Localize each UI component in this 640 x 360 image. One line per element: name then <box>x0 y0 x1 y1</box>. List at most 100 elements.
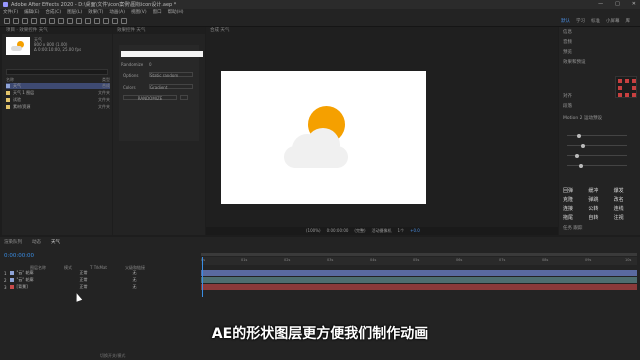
time-navigator[interactable] <box>201 253 637 256</box>
time-ruler[interactable]: 0s 01s 02s 03s 04s 05s 06s 07s 08s 09s 1… <box>201 257 637 265</box>
label-color-icon[interactable] <box>9 285 14 289</box>
cloud-shape[interactable] <box>284 128 348 168</box>
current-time[interactable]: 0:00:00:00 <box>4 253 34 259</box>
layer-name[interactable]: "云" 轮廓 <box>17 277 77 283</box>
composition-canvas[interactable] <box>221 71 426 204</box>
minimize-button[interactable]: — <box>598 1 603 7</box>
menu-window[interactable]: 窗口 <box>153 9 162 17</box>
audio-tab[interactable]: 音频 <box>563 39 572 45</box>
menu-view[interactable]: 视图(V) <box>131 9 147 17</box>
project-search-input[interactable] <box>6 69 108 75</box>
menu-edit[interactable]: 编辑(E) <box>24 9 39 17</box>
fx-button[interactable]: 缓冲 <box>588 187 613 194</box>
randomize-value[interactable]: 0 <box>149 62 152 67</box>
layer-row[interactable]: 1 "云" 轮廓 正常 无 <box>4 270 200 276</box>
type-tool-icon[interactable] <box>85 18 91 24</box>
project-panel-header[interactable]: 项目 · 效果控件 天气 <box>2 27 112 34</box>
color-preview-bar[interactable] <box>121 51 203 57</box>
label-color-icon[interactable] <box>9 278 14 282</box>
timecode-display[interactable]: 0:00:00:00 <box>327 227 349 235</box>
timeline-footer[interactable]: 切换开关/模式 <box>100 353 125 359</box>
rectangle-tool-icon[interactable] <box>67 18 73 24</box>
brush-tool-icon[interactable] <box>94 18 100 24</box>
layer-track-bar[interactable] <box>201 270 637 276</box>
workspace-default[interactable]: 默认 <box>561 18 570 24</box>
project-row[interactable]: 天气 合成 <box>6 83 110 89</box>
link-icon[interactable] <box>180 95 188 100</box>
layer-row[interactable]: 2 "云" 轮廓 正常 无 <box>4 277 200 283</box>
layer-name[interactable]: "云" 轮廓 <box>17 270 77 276</box>
hand-tool-icon[interactable] <box>22 18 28 24</box>
workspace-small-screen[interactable]: 小屏幕 <box>606 18 620 24</box>
info-tab[interactable]: 信息 <box>563 29 572 35</box>
project-row[interactable]: 素材/资源 文件夹 <box>6 104 110 110</box>
selection-tool-icon[interactable] <box>13 18 19 24</box>
workspace-libraries[interactable]: 库 <box>626 18 631 24</box>
views-dropdown[interactable]: 1个 <box>398 227 405 235</box>
workspace-learn[interactable]: 学习 <box>576 18 585 24</box>
fx-button[interactable]: 克隆 <box>563 196 588 203</box>
rotate-tool-icon[interactable] <box>40 18 46 24</box>
fx-button[interactable]: 连线 <box>614 205 639 212</box>
menu-file[interactable]: 文件(F) <box>3 9 18 17</box>
layer-parent[interactable]: 无 <box>133 277 137 283</box>
layer-parent[interactable]: 无 <box>133 284 137 290</box>
pen-tool-icon[interactable] <box>76 18 82 24</box>
playhead[interactable] <box>202 257 203 297</box>
layer-mode[interactable]: 正常 <box>80 270 110 276</box>
zoom-tool-icon[interactable] <box>31 18 37 24</box>
fx-button[interactable]: 注视 <box>614 214 639 221</box>
paragraph-tab[interactable]: 段落 <box>563 103 572 109</box>
project-row[interactable]: 试验 文件夹 <box>6 97 110 103</box>
workspace-standard[interactable]: 标准 <box>591 18 600 24</box>
zoom-dropdown[interactable]: (100%) <box>306 227 321 235</box>
layer-mode[interactable]: 正常 <box>80 284 110 290</box>
layer-parent[interactable]: 无 <box>133 270 137 276</box>
camera-dropdown[interactable]: 活动摄像机 <box>372 227 392 235</box>
menu-help[interactable]: 帮助(H) <box>168 9 184 17</box>
layer-track-bar[interactable] <box>201 277 637 283</box>
menu-animation[interactable]: 动画(A) <box>109 9 125 17</box>
colors-dropdown[interactable]: Gradient <box>149 84 193 90</box>
camera-tool-icon[interactable] <box>49 18 55 24</box>
menu-effect[interactable]: 效果(T) <box>88 9 103 17</box>
align-tab[interactable]: 对齐 <box>563 93 572 99</box>
eraser-tool-icon[interactable] <box>112 18 118 24</box>
label-color-icon[interactable] <box>9 271 14 275</box>
fx-button[interactable]: 改名 <box>614 196 639 203</box>
fx-button[interactable]: 弹跳 <box>588 196 613 203</box>
resolution-dropdown[interactable]: (完整) <box>354 227 365 235</box>
tab-weather[interactable]: 天气 <box>51 239 60 245</box>
tab-dynamic[interactable]: 动态 <box>32 239 41 245</box>
effects-presets-tab[interactable]: 效果和预设 <box>563 59 586 65</box>
fx-button[interactable]: 连接 <box>563 205 588 212</box>
menu-composition[interactable]: 合成(C) <box>45 9 61 17</box>
maximize-button[interactable]: □ <box>615 1 620 7</box>
fx-button[interactable]: 回弹 <box>563 187 588 194</box>
effect-controls-header[interactable]: 效果控件 天气 <box>113 27 205 34</box>
fx-button[interactable]: 自转 <box>588 214 613 221</box>
pan-tool-icon[interactable] <box>58 18 64 24</box>
slider-2[interactable] <box>567 143 627 148</box>
layer-row[interactable]: 3 [背景] 正常 无 <box>4 284 200 290</box>
slider-3[interactable] <box>567 153 627 158</box>
fx-button[interactable]: 爆发 <box>614 187 639 194</box>
randomize-button[interactable]: RANDOMIZE <box>123 95 177 101</box>
slider-1[interactable] <box>567 133 627 138</box>
composition-header[interactable]: 合成 天气 <box>206 27 558 34</box>
fx-button[interactable]: 公转 <box>588 205 613 212</box>
project-row[interactable]: 天气 1 图层 文件夹 <box>6 90 110 96</box>
home-icon[interactable] <box>4 18 10 24</box>
tab-render-queue[interactable]: 渲染队列 <box>4 239 22 245</box>
keyframe-widget[interactable] <box>615 76 637 98</box>
options-dropdown[interactable]: Static random <box>149 72 193 78</box>
exposure-value[interactable]: +0.0 <box>410 227 420 235</box>
puppet-tool-icon[interactable] <box>121 18 127 24</box>
stamp-tool-icon[interactable] <box>103 18 109 24</box>
layer-name[interactable]: [背景] <box>17 284 77 290</box>
preview-tab[interactable]: 预览 <box>563 49 572 55</box>
slider-4[interactable] <box>567 163 627 168</box>
layer-mode[interactable]: 正常 <box>80 277 110 283</box>
close-button[interactable]: ✕ <box>632 1 636 7</box>
layer-track-bar[interactable] <box>201 284 637 290</box>
